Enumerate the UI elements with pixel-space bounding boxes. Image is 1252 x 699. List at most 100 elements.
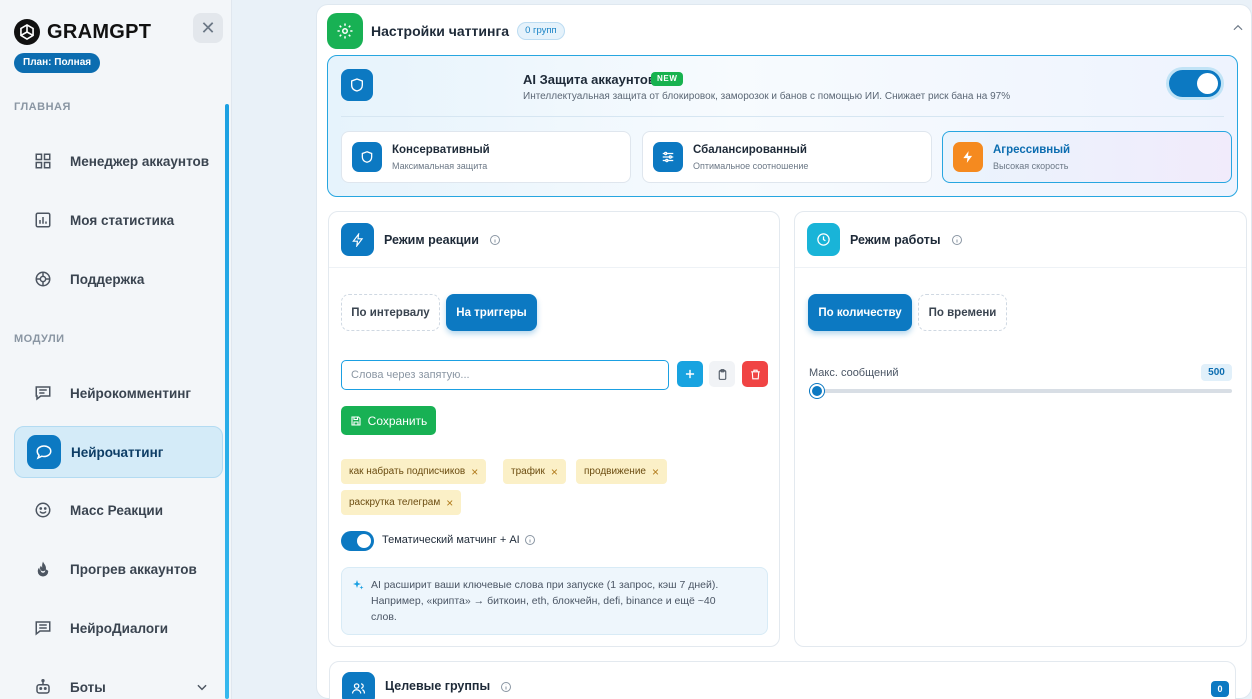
keywords-input[interactable] xyxy=(341,360,669,390)
sidebar-item-neurochatting[interactable]: Нейрочаттинг xyxy=(14,426,223,478)
sidebar: GRAMGPT ✕ План: Полная ГЛАВНАЯ Менеджер … xyxy=(0,0,232,699)
mode-balanced[interactable]: Сбалансированный Оптимальное соотношение xyxy=(642,131,932,183)
keyword-tag: продвижение × xyxy=(576,459,667,484)
section-modules-label: МОДУЛИ xyxy=(14,333,65,345)
info-icon[interactable] xyxy=(951,234,963,246)
sidebar-item-label: Прогрев аккаунтов xyxy=(70,561,197,577)
smile-icon xyxy=(35,502,51,518)
sidebar-item-label: Поддержка xyxy=(70,271,145,287)
tab-on-triggers[interactable]: На триггеры xyxy=(446,294,537,331)
tag-text: раскрутка телеграм xyxy=(349,497,441,508)
max-messages-slider[interactable] xyxy=(809,384,1232,398)
hint-line: AI расширит ваши ключевые слова при запу… xyxy=(371,579,719,591)
floppy-icon xyxy=(351,415,361,426)
card-header[interactable]: Целевые группы xyxy=(330,662,1235,699)
toggle-knob xyxy=(1197,73,1218,94)
sidebar-item-mass-reactions[interactable]: Масс Реакции xyxy=(14,484,223,536)
chevron-up-icon[interactable] xyxy=(1231,21,1245,35)
ai-protection-box: AI Защита аккаунтов NEW Интеллектуальная… xyxy=(327,55,1238,197)
remove-tag-icon[interactable]: × xyxy=(471,465,478,479)
section-main-label: ГЛАВНАЯ xyxy=(14,101,71,113)
slider-thumb[interactable] xyxy=(810,384,825,398)
remove-tag-icon[interactable]: × xyxy=(446,496,453,510)
info-icon[interactable] xyxy=(500,681,512,693)
mode-subtitle: Высокая скорость xyxy=(993,160,1069,171)
mode-title: Сбалансированный xyxy=(693,143,807,156)
thematic-matching-label: Тематический матчинг + AI xyxy=(382,534,536,546)
mode-subtitle: Оптимальное соотношение xyxy=(693,160,809,171)
ai-protection-toggle[interactable] xyxy=(1169,70,1221,97)
chatting-settings-panel: Настройки чаттинга 0 групп AI Защита акк… xyxy=(316,4,1252,699)
mode-title: Агрессивный xyxy=(993,143,1071,156)
add-keyword-button[interactable] xyxy=(677,361,703,387)
groups-count-badge: 0 групп xyxy=(517,22,565,40)
clock-icon xyxy=(807,223,840,256)
grid-icon xyxy=(35,153,51,169)
openai-logo-icon xyxy=(14,19,40,45)
sidebar-item-statistics[interactable]: Моя статистика xyxy=(14,194,223,246)
sidebar-item-label: Моя статистика xyxy=(70,212,175,228)
mode-conservative[interactable]: Консервативный Максимальная защита xyxy=(341,131,631,183)
panel-title: Настройки чаттинга xyxy=(371,23,510,39)
panel-header[interactable]: Настройки чаттинга 0 групп xyxy=(327,13,565,49)
card-header: Режим работы xyxy=(795,212,1246,268)
save-button[interactable]: Сохранить xyxy=(341,406,436,435)
sidebar-item-neurocommenting[interactable]: Нейрокомментинг xyxy=(14,367,223,419)
remove-tag-icon[interactable]: × xyxy=(652,465,659,479)
sidebar-item-bots[interactable]: Боты xyxy=(14,661,223,699)
chat-icon xyxy=(27,435,61,469)
sidebar-item-account-manager[interactable]: Менеджер аккаунтов xyxy=(14,135,223,187)
tag-text: продвижение xyxy=(584,466,646,477)
gear-icon xyxy=(327,13,363,49)
lightning-icon xyxy=(341,223,374,256)
card-header: Режим реакции xyxy=(329,212,779,268)
sidebar-item-label: Нейрокомментинг xyxy=(70,385,192,401)
ai-protection-title: AI Защита аккаунтов xyxy=(523,72,656,87)
keyword-tag: трафик × xyxy=(503,459,566,484)
close-sidebar-button[interactable]: ✕ xyxy=(193,13,223,43)
tab-by-count[interactable]: По количеству xyxy=(808,294,912,331)
max-messages-value: 500 xyxy=(1201,364,1232,381)
sidebar-item-label: Нейрочаттинг xyxy=(71,444,164,460)
tab-by-interval[interactable]: По интервалу xyxy=(341,294,440,331)
sidebar-item-neurodialogs[interactable]: НейроДиалоги xyxy=(14,602,223,654)
remove-tag-icon[interactable]: × xyxy=(551,465,558,479)
thematic-matching-toggle[interactable] xyxy=(341,531,374,551)
info-icon[interactable] xyxy=(489,234,501,246)
sidebar-item-label: Менеджер аккаунтов xyxy=(70,153,210,169)
sidebar-scrollbar[interactable] xyxy=(225,104,229,699)
hint-line: слов. xyxy=(371,611,397,623)
bot-icon xyxy=(36,678,50,694)
tag-text: как набрать подписчиков xyxy=(349,466,466,477)
sidebar-item-label: Масс Реакции xyxy=(70,502,164,518)
fire-icon xyxy=(37,561,49,577)
mode-aggressive[interactable]: Агрессивный Высокая скорость xyxy=(942,131,1232,183)
logo[interactable]: GRAMGPT xyxy=(14,19,151,45)
target-groups-card: Целевые группы 0 xyxy=(329,661,1236,699)
sidebar-item-label: Боты xyxy=(70,679,106,695)
trash-icon xyxy=(750,369,760,379)
lifebuoy-icon xyxy=(35,271,51,287)
sidebar-item-label: НейроДиалоги xyxy=(70,620,169,636)
mode-title: Консервативный xyxy=(392,143,490,156)
ai-protection-description: Интеллектуальная защита от блокировок, з… xyxy=(523,91,1011,102)
chart-icon xyxy=(35,212,51,228)
shield-icon xyxy=(352,142,382,172)
work-mode-card: Режим работы По количеству По времени Ма… xyxy=(794,211,1247,647)
keyword-tag: как набрать подписчиков × xyxy=(341,459,487,484)
chevron-down-icon xyxy=(197,684,207,691)
tab-by-time[interactable]: По времени xyxy=(918,294,1007,331)
paste-button[interactable] xyxy=(709,361,735,387)
close-icon: ✕ xyxy=(200,17,216,38)
keyword-tag: раскрутка телеграм × xyxy=(341,490,462,515)
new-badge: NEW xyxy=(651,72,684,86)
sparkle-icon xyxy=(353,580,364,590)
users-icon xyxy=(342,672,375,699)
delete-keywords-button[interactable] xyxy=(742,361,768,387)
tag-text: трафик xyxy=(511,466,545,477)
sidebar-item-account-warmup[interactable]: Прогрев аккаунтов xyxy=(14,543,223,595)
sidebar-item-support[interactable]: Поддержка xyxy=(14,253,223,305)
info-icon[interactable] xyxy=(524,534,536,546)
reaction-mode-title: Режим реакции xyxy=(384,232,479,247)
toggle-label-text: Тематический матчинг + AI xyxy=(382,534,520,546)
